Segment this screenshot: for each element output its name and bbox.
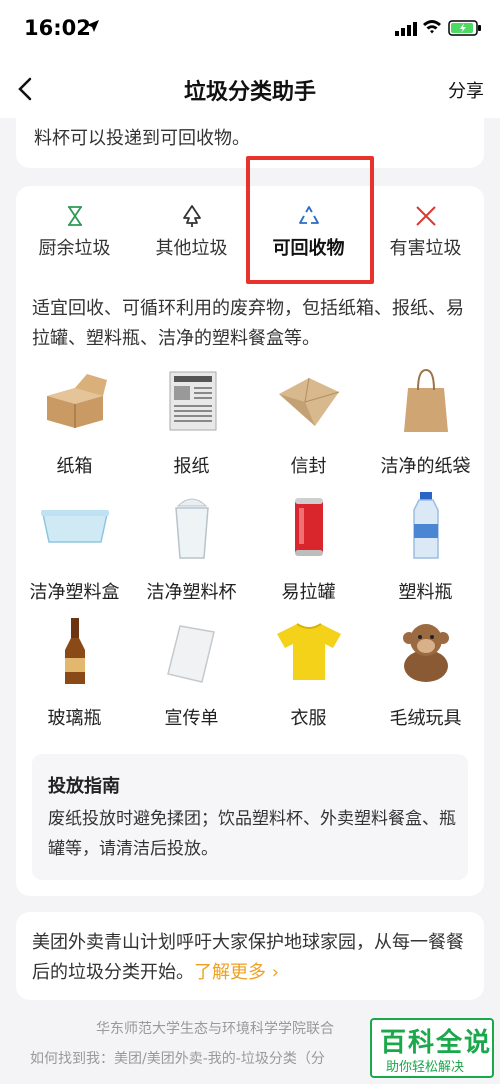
item-label: 塑料瓶 (398, 582, 453, 603)
item-plastic-box[interactable]: 洁净塑料盒 (16, 492, 133, 612)
tab-label: 其他垃圾 (155, 238, 228, 259)
item-label: 洁净塑料盒 (29, 582, 120, 603)
item-label: 易拉罐 (281, 582, 336, 603)
battery-icon (448, 20, 481, 36)
cross-icon (416, 206, 436, 226)
item-label: 纸箱 (56, 456, 93, 477)
item-can[interactable]: 易拉罐 (250, 492, 367, 612)
highlight-box (246, 156, 374, 284)
item-label: 信封 (290, 456, 327, 477)
item-label: 毛绒玩具 (389, 708, 462, 729)
status-time: 16:02 (24, 16, 91, 40)
category-tabs: 厨余垃圾 其他垃圾 可回收物 有害垃圾 (16, 156, 484, 284)
disposal-guide: 投放指南 废纸投放时避免揉团；饮品塑料杯、外卖塑料餐盒、瓶罐等，请清洁后投放。 (32, 754, 468, 880)
item-cardboard-box[interactable]: 纸箱 (16, 366, 133, 486)
plastic-box-icon (41, 510, 109, 543)
tab-label: 有害垃圾 (389, 238, 462, 259)
item-envelope[interactable]: 信封 (250, 366, 367, 486)
item-plastic-cup[interactable]: 洁净塑料杯 (133, 492, 250, 612)
envelope-icon (279, 377, 340, 426)
status-bar: 16:02 (0, 0, 500, 60)
paper-bag-icon (404, 368, 448, 432)
item-label: 玻璃瓶 (47, 708, 102, 729)
item-flyer[interactable]: 宣传单 (133, 618, 250, 738)
tab-other-waste[interactable]: 其他垃圾 (133, 186, 250, 278)
item-label: 洁净塑料杯 (146, 582, 237, 603)
item-glass-bottle[interactable]: 玻璃瓶 (16, 618, 133, 738)
watermark-badge: 百科全说 助你轻松解决 (370, 1018, 494, 1078)
watermark-title: 百科全说 (380, 1028, 493, 1058)
footer-howto: 如何找到我：美团/美团外卖-我的-垃圾分类（分 (30, 1051, 325, 1067)
tab-hazardous-waste[interactable]: 有害垃圾 (367, 186, 484, 278)
glass-bottle-icon (65, 618, 85, 684)
previous-tip-text: 料杯可以投递到可回收物。 (34, 128, 250, 149)
flyer-icon (167, 625, 215, 683)
cardboard-box-icon (47, 374, 107, 428)
guide-title: 投放指南 (48, 776, 120, 797)
learn-more-link[interactable]: 了解更多 › (194, 962, 279, 983)
tree-icon (183, 205, 201, 227)
plastic-bottle-icon (413, 492, 439, 559)
plastic-cup-icon (175, 498, 209, 559)
hourglass-icon (68, 206, 82, 226)
wifi-icon (423, 20, 441, 34)
item-clothes[interactable]: 衣服 (250, 618, 367, 738)
item-newspaper[interactable]: 报纸 (133, 366, 250, 486)
newspaper-icon (169, 371, 217, 431)
share-button[interactable]: 分享 (448, 77, 484, 103)
watermark-subtitle: 助你轻松解决 (386, 1060, 465, 1075)
footer-credit: 华东师范大学生态与环境科学学院联合 (96, 1021, 334, 1037)
item-paper-bag[interactable]: 洁净的纸袋 (367, 366, 484, 486)
plush-toy-icon (403, 624, 449, 682)
signal-icon (395, 22, 417, 36)
category-description: 适宜回收、可循环利用的废弃物，包括纸箱、报纸、易拉罐、塑料瓶、洁净的塑料餐盒等。 (32, 298, 464, 349)
content-area: 料杯可以投递到可回收物。 厨余垃圾 其他垃圾 可回收物 有害垃圾 适宜回收、可循… (0, 118, 500, 1084)
tab-kitchen-waste[interactable]: 厨余垃圾 (16, 186, 133, 278)
item-plush-toy[interactable]: 毛绒玩具 (367, 618, 484, 738)
category-card: 厨余垃圾 其他垃圾 可回收物 有害垃圾 适宜回收、可循环利用的废弃物，包括纸箱、… (16, 156, 484, 896)
tab-label: 厨余垃圾 (38, 238, 111, 259)
guide-body: 废纸投放时避免揉团；饮品塑料杯、外卖塑料餐盒、瓶罐等，请清洁后投放。 (48, 809, 456, 859)
promo-card: 美团外卖青山计划呼吁大家保护地球家园，从每一餐餐后的垃圾分类开始。了解更多 › (16, 912, 484, 1000)
promo-text: 美团外卖青山计划呼吁大家保护地球家园，从每一餐餐后的垃圾分类开始。了解更多 › (32, 928, 472, 988)
location-arrow-icon (87, 20, 99, 32)
nav-bar: 垃圾分类助手 分享 (0, 60, 500, 118)
item-label: 报纸 (173, 456, 210, 477)
item-plastic-bottle[interactable]: 塑料瓶 (367, 492, 484, 612)
tshirt-icon (277, 623, 341, 680)
can-icon (295, 498, 323, 556)
item-label: 衣服 (290, 708, 327, 729)
item-label: 洁净的纸袋 (380, 456, 471, 477)
page-title: 垃圾分类助手 (183, 80, 316, 105)
item-label: 宣传单 (164, 708, 219, 729)
